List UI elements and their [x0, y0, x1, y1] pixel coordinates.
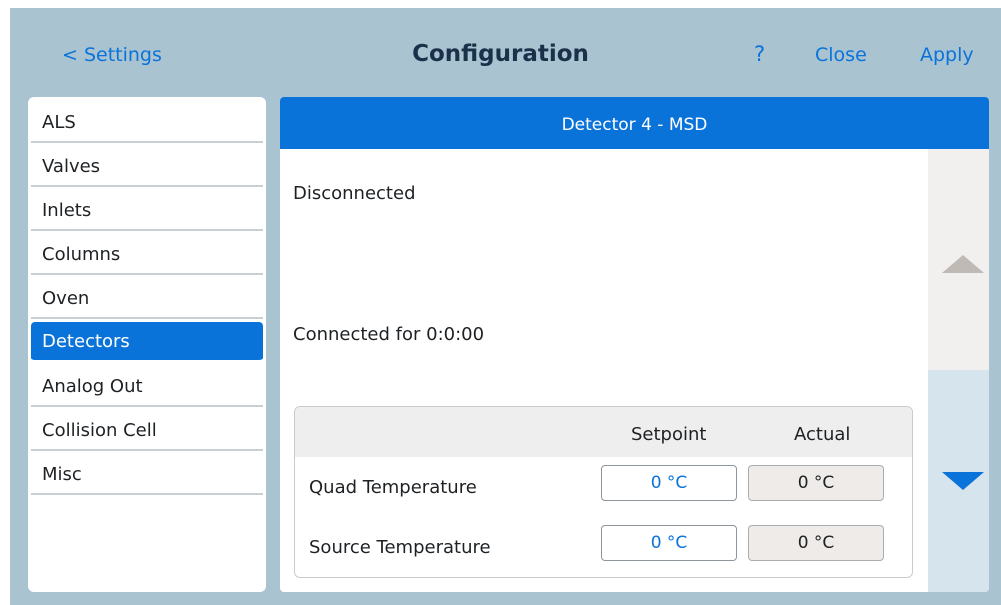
detector-panel: Detector 4 - MSD Disconnected Connected … — [280, 97, 989, 592]
quad-temperature-setpoint-field[interactable]: 0 °C — [601, 465, 737, 501]
window-top-edge — [0, 0, 1001, 8]
sidebar-item-oven[interactable]: Oven — [31, 279, 263, 319]
sidebar-item-columns[interactable]: Columns — [31, 235, 263, 275]
triangle-down-icon — [942, 472, 984, 490]
table-header: Setpoint Actual — [295, 407, 912, 457]
back-to-settings-link[interactable]: < Settings — [62, 44, 162, 66]
sidebar-item-inlets[interactable]: Inlets — [31, 191, 263, 231]
scroll-up-button[interactable] — [928, 149, 989, 370]
triangle-up-icon — [942, 255, 984, 273]
source-temperature-setpoint-field[interactable]: 0 °C — [601, 525, 737, 561]
sidebar: ALS Valves Inlets Columns Oven Detectors… — [28, 97, 266, 592]
quad-temperature-actual-value: 0 °C — [748, 465, 884, 501]
help-button[interactable]: ? — [754, 42, 765, 66]
panel-title: Detector 4 - MSD — [280, 97, 989, 149]
column-header-setpoint: Setpoint — [631, 424, 707, 445]
quad-temperature-label: Quad Temperature — [309, 477, 477, 498]
temperature-table: Setpoint Actual Quad Temperature 0 °C 0 … — [294, 406, 913, 578]
apply-button[interactable]: Apply — [920, 44, 974, 66]
sidebar-item-detectors[interactable]: Detectors — [31, 322, 263, 362]
source-temperature-actual-value: 0 °C — [748, 525, 884, 561]
source-temperature-label: Source Temperature — [309, 537, 491, 558]
scroll-down-button[interactable] — [928, 370, 989, 592]
sidebar-item-collision-cell[interactable]: Collision Cell — [31, 411, 263, 451]
window-left-edge — [0, 0, 10, 605]
connection-status: Disconnected — [293, 183, 416, 204]
sidebar-item-analog-out[interactable]: Analog Out — [31, 367, 263, 407]
connected-duration: Connected for 0:0:00 — [293, 324, 485, 345]
close-button[interactable]: Close — [815, 44, 867, 66]
column-header-actual: Actual — [794, 424, 851, 445]
sidebar-item-valves[interactable]: Valves — [31, 147, 263, 187]
sidebar-item-misc[interactable]: Misc — [31, 455, 263, 495]
sidebar-item-als[interactable]: ALS — [31, 103, 263, 143]
